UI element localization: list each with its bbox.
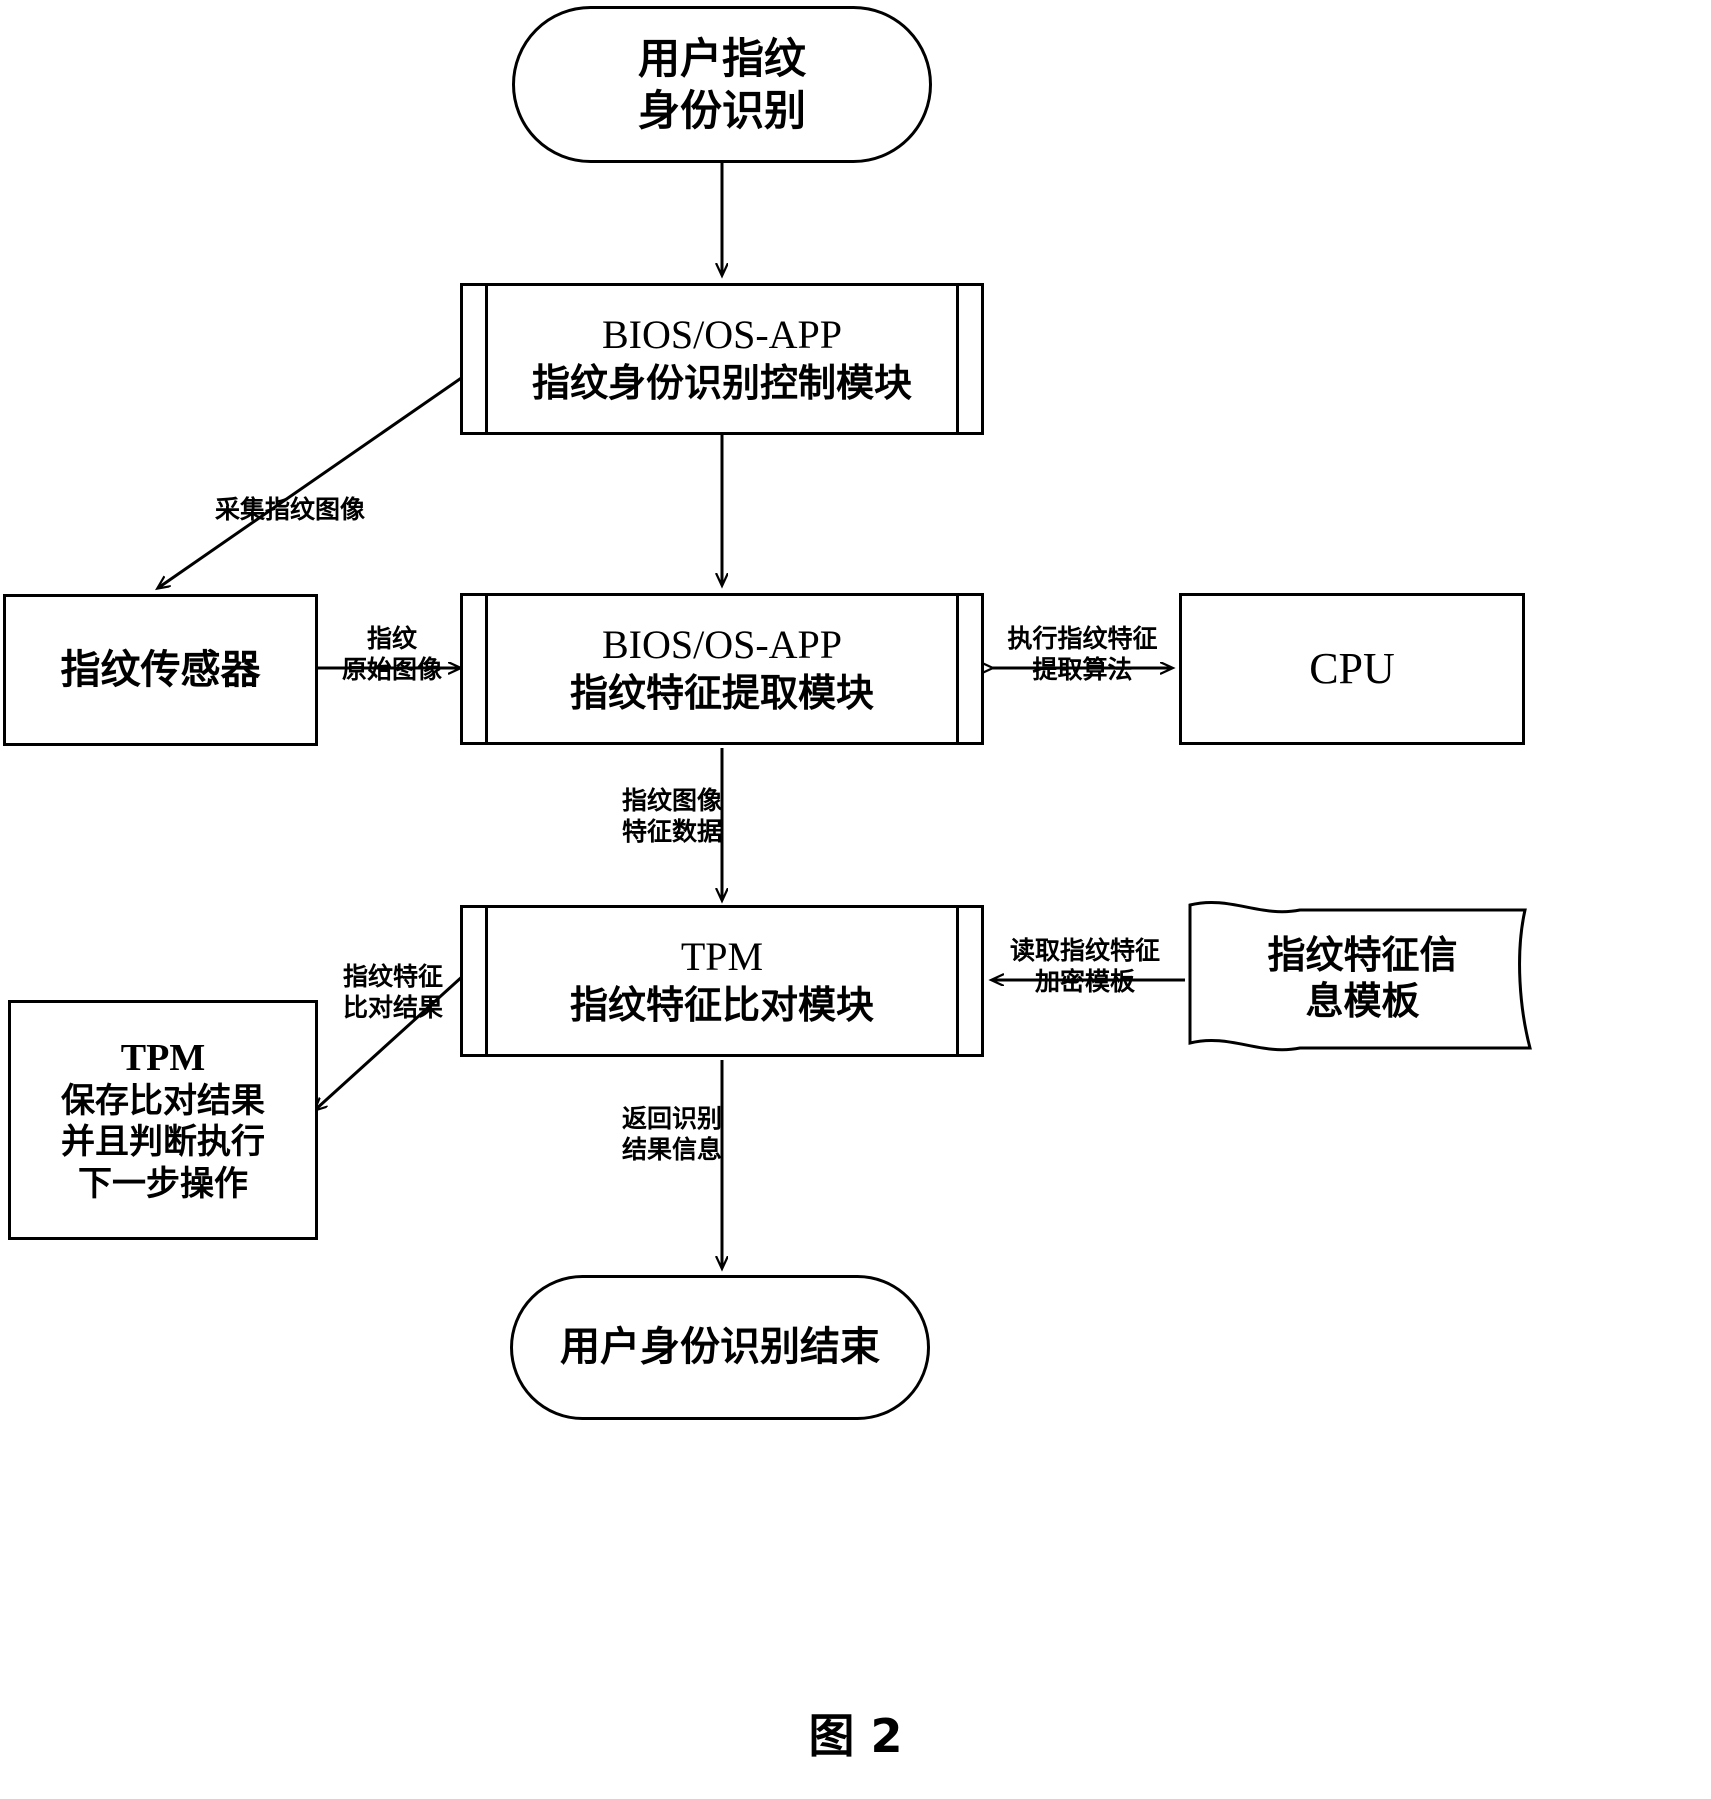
node-control-module-line-1: BIOS/OS-APP <box>601 312 843 358</box>
edge-label-return-result-info-line-1: 返回识别 <box>621 1104 722 1133</box>
edge-label-extraction-algorithm: 执行指纹特征 提取算法 <box>990 624 1175 685</box>
node-control-module-line-2: 指纹身份识别控制模块 <box>531 361 912 406</box>
edge-label-extraction-algorithm-line-1: 执行指纹特征 <box>1007 624 1158 653</box>
node-control-module: BIOS/OS-APP 指纹身份识别控制模块 <box>460 283 984 435</box>
node-end: 用户身份识别结束 <box>510 1275 930 1420</box>
edge-label-feature-data: 指纹图像 特征数据 <box>592 786 722 847</box>
node-start-line-1: 用户指纹 <box>637 34 806 84</box>
node-cpu-line-1: CPU <box>1309 644 1395 694</box>
edge-label-comparison-result-line-2: 比对结果 <box>342 992 443 1022</box>
node-tpm-save-line-4: 下一步操作 <box>78 1163 248 1204</box>
edge-label-raw-fingerprint-image: 指纹 原始图像 <box>324 624 460 685</box>
node-tpm-save-line-1: TPM <box>120 1036 206 1079</box>
figure-canvas: 用户指纹 身份识别 BIOS/OS-APP 指纹身份识别控制模块 采集指纹图像 … <box>0 0 1711 1799</box>
edge-label-feature-data-line-2: 特征数据 <box>621 816 722 846</box>
node-compare-module-line-1: TPM <box>680 934 764 980</box>
edge-label-read-encrypted-template: 读取指纹特征 加密模板 <box>992 936 1178 997</box>
node-start-line-2: 身份识别 <box>637 85 806 135</box>
node-template-store-line-2: 息模板 <box>1305 979 1420 1023</box>
edge-label-read-encrypted-template-line-2: 加密模板 <box>1034 966 1135 996</box>
connector-layer <box>0 163 1185 1799</box>
node-compare-module-line-2: 指纹特征比对模块 <box>569 983 874 1028</box>
edge-label-raw-fingerprint-image-line-1: 指纹 <box>366 624 417 653</box>
node-compare-module: TPM 指纹特征比对模块 <box>460 905 984 1057</box>
node-template-store-shape <box>1188 900 1532 1052</box>
node-cpu: CPU <box>1179 593 1525 745</box>
edge-label-extraction-algorithm-line-2: 提取算法 <box>1032 654 1133 684</box>
node-tpm-save-line-3: 并且判断执行 <box>61 1122 265 1163</box>
edge-label-collect-fingerprint-image-line-1: 采集指纹图像 <box>214 495 365 524</box>
edge-label-comparison-result: 指纹特征 比对结果 <box>318 962 468 1023</box>
edge-label-raw-fingerprint-image-line-2: 原始图像 <box>341 654 442 684</box>
node-template-store-line-1: 指纹特征信 <box>1267 932 1458 977</box>
edge-label-feature-data-line-1: 指纹图像 <box>621 786 722 815</box>
node-extract-module-line-1: BIOS/OS-APP <box>601 622 843 668</box>
edge-control-to-sensor <box>158 370 471 588</box>
node-end-line-1: 用户身份识别结束 <box>560 1324 880 1371</box>
node-tpm-save-line-2: 保存比对结果 <box>61 1080 265 1121</box>
node-template-store: 指纹特征信 息模板 <box>1195 912 1530 1044</box>
node-fingerprint-sensor-line-1: 指纹传感器 <box>60 646 261 693</box>
figure-caption: 图 2 <box>808 1709 903 1763</box>
node-start: 用户指纹 身份识别 <box>512 6 932 163</box>
node-fingerprint-sensor: 指纹传感器 <box>3 594 318 746</box>
edge-label-comparison-result-line-1: 指纹特征 <box>342 962 443 991</box>
edge-label-read-encrypted-template-line-1: 读取指纹特征 <box>1009 936 1160 965</box>
edge-label-collect-fingerprint-image: 采集指纹图像 <box>180 495 400 526</box>
node-extract-module-line-2: 指纹特征提取模块 <box>569 671 874 716</box>
edge-label-return-result-info: 返回识别 结果信息 <box>592 1104 722 1165</box>
node-extract-module: BIOS/OS-APP 指纹特征提取模块 <box>460 593 984 745</box>
node-tpm-save: TPM 保存比对结果 并且判断执行 下一步操作 <box>8 1000 318 1240</box>
edge-label-return-result-info-line-2: 结果信息 <box>621 1134 722 1164</box>
